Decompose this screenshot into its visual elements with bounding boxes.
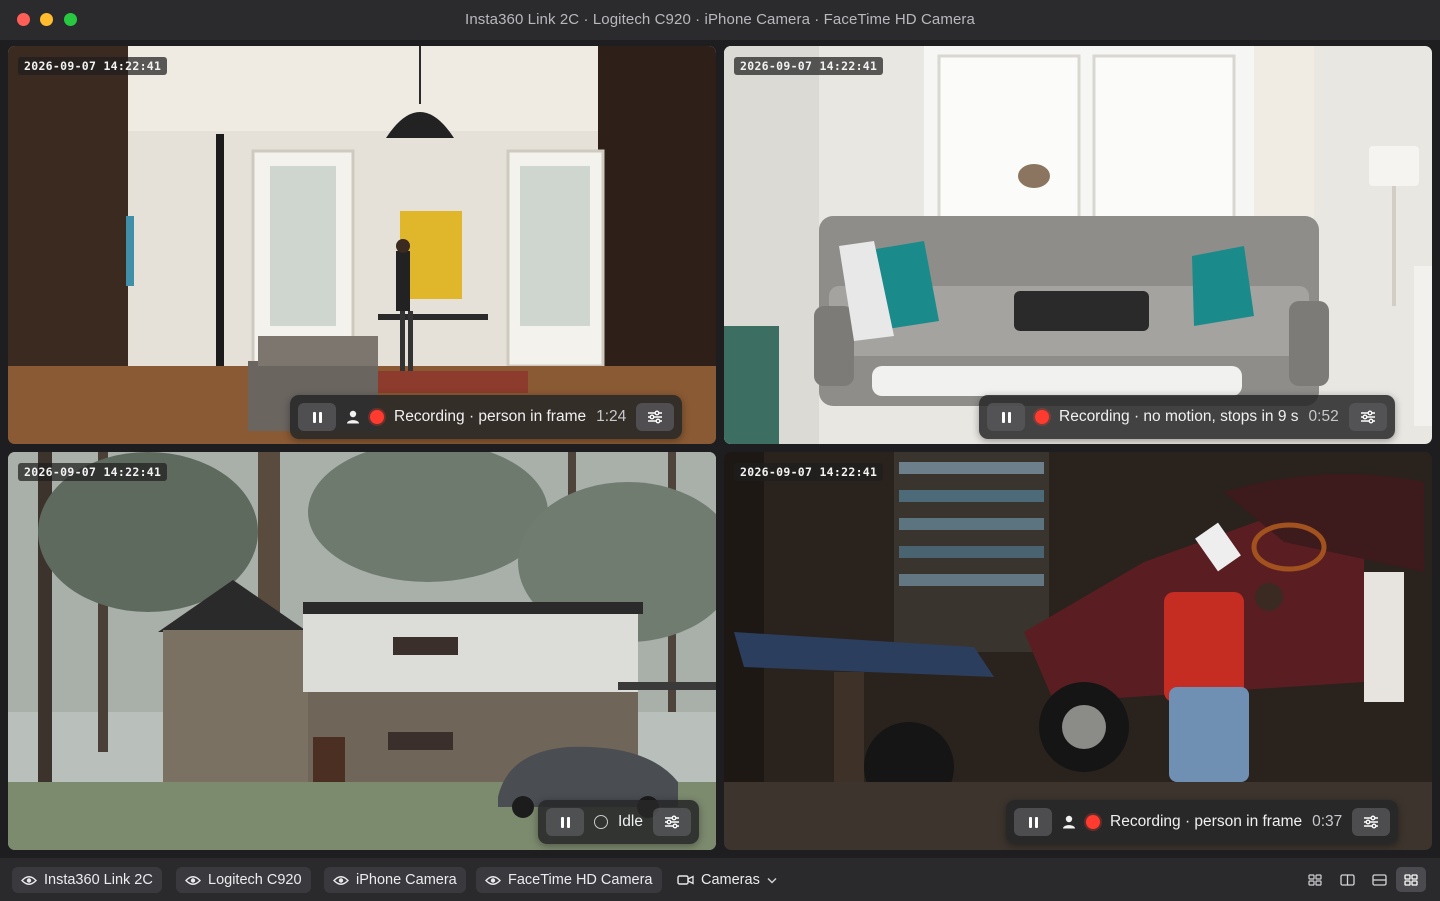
grid-2x2-icon bbox=[1404, 873, 1418, 886]
recording-elapsed-time: 0:52 bbox=[1308, 408, 1339, 425]
garage-feed-image bbox=[724, 452, 1432, 850]
layout-split-horizontal-button[interactable] bbox=[1364, 867, 1394, 892]
pause-icon bbox=[312, 411, 322, 423]
camera-settings-button[interactable] bbox=[636, 403, 675, 431]
cameras-menu-button[interactable]: Cameras bbox=[668, 867, 786, 893]
camera-tile-iphone[interactable]: 2026-09-07 14:22:41 Idle bbox=[8, 452, 716, 850]
layout-switcher bbox=[1300, 867, 1426, 892]
recording-status: Recording · no motion, stops in 9 s bbox=[1059, 408, 1299, 425]
pause-button[interactable] bbox=[1014, 808, 1052, 836]
house-forest-feed-image bbox=[8, 452, 716, 850]
camera-tile-logitech[interactable]: 2026-09-07 14:22:41 Recording · no motio… bbox=[724, 46, 1432, 444]
recording-elapsed-time: 0:37 bbox=[1312, 813, 1343, 830]
camera-control-bar: Idle bbox=[538, 800, 699, 844]
recording-status: Idle bbox=[618, 813, 643, 830]
sliders-icon bbox=[665, 815, 679, 829]
sliders-icon bbox=[1364, 815, 1379, 829]
camera-chip-facetime[interactable]: FaceTime HD Camera bbox=[476, 867, 662, 893]
chevron-down-icon bbox=[767, 877, 777, 884]
recording-status: Recording · person in frame bbox=[394, 408, 587, 425]
recording-indicator-icon bbox=[370, 410, 384, 424]
video-camera-icon bbox=[677, 875, 694, 885]
timestamp-overlay: 2026-09-07 14:22:41 bbox=[18, 57, 168, 75]
timestamp-overlay: 2026-09-07 14:22:41 bbox=[734, 57, 884, 75]
camera-control-bar: Recording · person in frame 0:37 bbox=[1006, 800, 1399, 844]
camera-settings-button[interactable] bbox=[1352, 808, 1391, 836]
eye-icon bbox=[185, 875, 201, 885]
camera-chip-label: FaceTime HD Camera bbox=[508, 872, 653, 888]
camera-chip-insta360[interactable]: Insta360 Link 2C bbox=[12, 867, 162, 893]
camera-settings-button[interactable] bbox=[653, 808, 691, 836]
person-detected-icon bbox=[346, 410, 360, 424]
camera-tile-facetime[interactable]: 2026-09-07 14:22:41 Recording · person i… bbox=[724, 452, 1432, 850]
recording-elapsed-time: 1:24 bbox=[596, 408, 627, 425]
title-bar: Insta360 Link 2C · Logitech C920 · iPhon… bbox=[0, 0, 1440, 40]
eye-icon bbox=[485, 875, 501, 885]
camera-chip-label: Logitech C920 bbox=[208, 872, 302, 888]
eye-icon bbox=[21, 875, 37, 885]
camera-control-bar: Recording · person in frame 1:24 bbox=[290, 395, 683, 439]
bottom-toolbar: Insta360 Link 2C Logitech C920 iPhone Ca… bbox=[0, 858, 1440, 901]
pause-button[interactable] bbox=[987, 403, 1025, 431]
sofa-room-feed-image bbox=[724, 46, 1432, 444]
split-vertical-icon bbox=[1339, 873, 1355, 886]
timestamp-overlay: 2026-09-07 14:22:41 bbox=[734, 463, 884, 481]
camera-chip-iphone[interactable]: iPhone Camera bbox=[324, 867, 466, 893]
camera-settings-button[interactable] bbox=[1348, 403, 1387, 431]
pause-icon bbox=[1001, 411, 1011, 423]
sliders-icon bbox=[648, 410, 663, 424]
camera-chip-logitech[interactable]: Logitech C920 bbox=[176, 867, 311, 893]
sliders-icon bbox=[1360, 410, 1375, 424]
grid-small-icon bbox=[1308, 873, 1322, 886]
layout-grid-small-button[interactable] bbox=[1300, 867, 1330, 892]
pause-button[interactable] bbox=[546, 808, 584, 836]
timestamp-overlay: 2026-09-07 14:22:41 bbox=[18, 463, 168, 481]
idle-indicator-icon bbox=[594, 815, 608, 829]
camera-chip-label: iPhone Camera bbox=[356, 872, 457, 888]
person-detected-icon bbox=[1062, 815, 1076, 829]
window-title: Insta360 Link 2C · Logitech C920 · iPhon… bbox=[465, 11, 975, 28]
camera-chip-label: Insta360 Link 2C bbox=[44, 872, 153, 888]
eye-icon bbox=[333, 875, 349, 885]
camera-control-bar: Recording · no motion, stops in 9 s 0:52 bbox=[979, 395, 1395, 439]
recording-indicator-icon bbox=[1086, 815, 1100, 829]
camera-tile-insta360[interactable]: 2026-09-07 14:22:41 Recording · person i… bbox=[8, 46, 716, 444]
camera-grid: 2026-09-07 14:22:41 Recording · person i… bbox=[0, 40, 1440, 858]
pause-icon bbox=[1028, 816, 1038, 828]
cameras-menu-label: Cameras bbox=[701, 872, 760, 888]
split-horizontal-icon bbox=[1371, 873, 1387, 886]
layout-grid-2x2-button[interactable] bbox=[1396, 867, 1426, 892]
layout-split-vertical-button[interactable] bbox=[1332, 867, 1362, 892]
recording-indicator-icon bbox=[1035, 410, 1049, 424]
pause-icon bbox=[560, 816, 570, 828]
living-room-feed-image bbox=[8, 46, 716, 444]
pause-button[interactable] bbox=[298, 403, 336, 431]
recording-status: Recording · person in frame bbox=[1110, 813, 1303, 830]
